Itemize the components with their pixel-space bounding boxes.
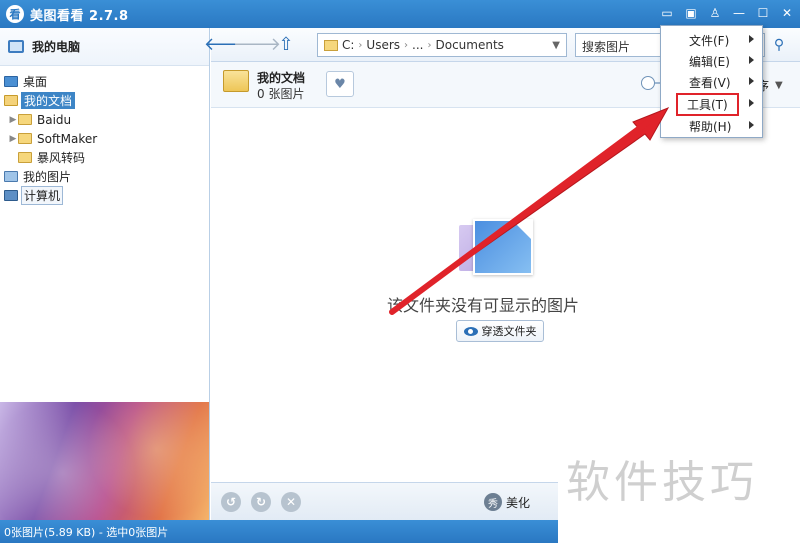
- path-separator-icon: ›: [404, 39, 409, 51]
- folder-icon: [18, 152, 32, 163]
- tree-item-my-pictures[interactable]: 我的图片: [0, 167, 209, 186]
- folder-icon: [18, 133, 32, 144]
- menu-item-label: 工具(T): [687, 98, 728, 112]
- sidebar-header-label: 我的电脑: [32, 40, 81, 54]
- submenu-arrow-icon: [749, 121, 754, 129]
- expand-icon[interactable]: ▶: [8, 134, 18, 144]
- submenu-arrow-icon: [749, 77, 754, 85]
- tree-item-label: Baidu: [37, 112, 72, 127]
- folder-tree: 桌面 我的文档 ▶ Baidu ▶ SoftMaker 暴风转码 我的图片 计算…: [0, 66, 209, 205]
- tree-item-label: 我的图片: [23, 170, 72, 184]
- menu-item-view[interactable]: 查看(V): [661, 72, 762, 93]
- submenu-arrow-icon: [749, 35, 754, 43]
- menu-item-edit[interactable]: 编辑(E): [661, 51, 762, 72]
- expand-icon[interactable]: ▶: [8, 115, 18, 125]
- documents-icon: [4, 95, 18, 106]
- rotate-right-icon[interactable]: ↻: [251, 492, 271, 512]
- tree-item-softmaker[interactable]: ▶ SoftMaker: [0, 129, 209, 148]
- heart-icon: ♥: [334, 76, 346, 92]
- delete-icon[interactable]: ✕: [281, 492, 301, 512]
- menu-icon[interactable]: ▣: [682, 4, 700, 22]
- app-logo-icon: 看: [6, 5, 24, 23]
- rotate-left-icon[interactable]: ↺: [221, 492, 241, 512]
- up-folder-icon[interactable]: ⇧: [274, 33, 298, 57]
- forward-icon[interactable]: 🡒: [233, 33, 281, 57]
- menu-item-label: 文件(F): [689, 34, 730, 48]
- menu-item-file[interactable]: 文件(F): [661, 30, 762, 51]
- tree-item-label: 我的文档: [21, 92, 76, 109]
- watermark: 软件技巧: [566, 457, 758, 508]
- main-menu-dropdown: 文件(F) 编辑(E) 查看(V) 工具(T) 帮助(H): [660, 25, 763, 138]
- menu-item-help[interactable]: 帮助(H): [661, 116, 762, 137]
- explore-folder-label: 穿透文件夹: [481, 325, 537, 338]
- chevron-down-icon: ▼: [775, 79, 783, 91]
- menu-item-tools[interactable]: 工具(T): [676, 93, 754, 116]
- title-bar: 看 美图看看 2.7.8 ▭ ▣ ♙ — ☐ ✕: [0, 0, 800, 28]
- menu-item-label: 帮助(H): [689, 120, 732, 134]
- tree-item-label: 计算机: [21, 186, 64, 205]
- sidebar-header[interactable]: 我的电脑: [0, 28, 209, 66]
- path-separator-icon: ›: [358, 39, 363, 51]
- submenu-arrow-icon: [749, 99, 754, 107]
- tree-item-label: 暴风转码: [37, 151, 86, 165]
- window-title: 美图看看 2.7.8: [30, 8, 129, 24]
- path-segment-drive[interactable]: C:: [342, 38, 354, 52]
- desktop-icon: [4, 76, 18, 87]
- favorite-button[interactable]: ♥: [326, 71, 354, 97]
- menu-item-label: 编辑(E): [689, 55, 730, 69]
- empty-message: 该文件夹没有可显示的图片: [387, 296, 580, 315]
- folder-name: 我的文档: [257, 71, 306, 85]
- empty-image-icon: [459, 219, 539, 279]
- chat-icon[interactable]: ▭: [658, 4, 676, 22]
- chevron-down-icon[interactable]: ▼: [552, 40, 560, 51]
- pictures-icon: [4, 171, 18, 182]
- computer-icon: [8, 40, 24, 53]
- computer-icon: [4, 190, 18, 201]
- beautify-label: 美化: [506, 495, 531, 510]
- tree-item-label: 桌面: [23, 75, 48, 89]
- status-text: 0张图片(5.89 KB) - 选中0张图片: [4, 525, 169, 539]
- search-icon[interactable]: ⚲: [769, 35, 789, 55]
- tree-item-my-documents[interactable]: 我的文档: [0, 91, 209, 110]
- path-segment-ellipsis[interactable]: ...: [412, 38, 423, 52]
- tree-item-computer[interactable]: 计算机: [0, 186, 209, 205]
- address-bar[interactable]: C: › Users › ... › Documents ▼: [317, 33, 567, 57]
- skin-icon[interactable]: ♙: [706, 4, 724, 22]
- submenu-arrow-icon: [749, 56, 754, 64]
- path-separator-icon: ›: [427, 39, 432, 51]
- folder-icon: [324, 39, 338, 51]
- path-segment-users[interactable]: Users: [366, 38, 400, 52]
- minimize-icon[interactable]: —: [730, 4, 748, 22]
- image-count: 0 张图片: [257, 87, 305, 101]
- window-controls: ▭ ▣ ♙ — ☐ ✕: [658, 4, 796, 22]
- beautify-button[interactable]: 秀 美化: [484, 493, 530, 511]
- tree-item-baidu[interactable]: ▶ Baidu: [0, 110, 209, 129]
- zoom-slider-handle[interactable]: [641, 76, 655, 90]
- close-icon[interactable]: ✕: [778, 4, 796, 22]
- eye-icon: [463, 326, 478, 336]
- menu-item-label: 查看(V): [689, 76, 731, 90]
- tree-item-baofeng[interactable]: 暴风转码: [0, 148, 209, 167]
- tree-item-label: SoftMaker: [37, 131, 98, 146]
- folder-icon: [18, 114, 32, 125]
- folder-sidebar: 我的电脑 桌面 我的文档 ▶ Baidu ▶ SoftMaker 暴风转码 我的…: [0, 28, 210, 520]
- folder-icon: [223, 70, 249, 92]
- preview-thumbnail: [0, 402, 209, 520]
- explore-folder-button[interactable]: 穿透文件夹: [456, 320, 544, 342]
- tree-item-desktop[interactable]: 桌面: [0, 72, 209, 91]
- path-segment-current[interactable]: Documents: [435, 38, 503, 52]
- maximize-icon[interactable]: ☐: [754, 4, 772, 22]
- meitu-xiu-icon: 秀: [484, 493, 502, 511]
